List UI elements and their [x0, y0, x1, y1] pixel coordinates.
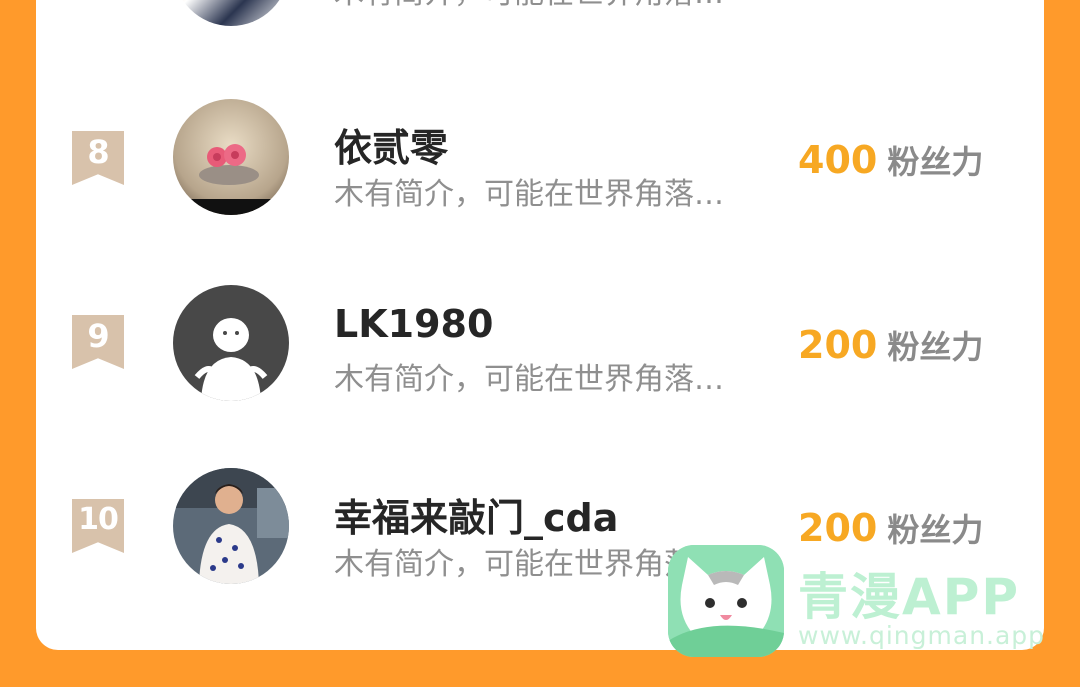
watermark-url: www.qingman.app — [798, 621, 1046, 650]
user-avatar[interactable] — [173, 285, 289, 401]
user-avatar[interactable] — [173, 0, 289, 26]
ranking-row-9[interactable]: 9 LK1980 木有简介，可能在世界角落… 200 粉丝力 — [36, 280, 1044, 410]
ranking-row-7[interactable]: 木有简介，可能在世界角落… — [36, 0, 1044, 80]
rank-badge: 8 — [72, 131, 124, 185]
user-bio: 木有简介，可能在世界角落… — [334, 0, 776, 12]
fans-number: 200 — [798, 323, 878, 367]
user-name[interactable]: LK1980 — [334, 302, 493, 346]
fans-unit: 粉丝力 — [887, 143, 984, 181]
user-avatar[interactable] — [173, 99, 289, 215]
rank-badge: 9 — [72, 315, 124, 369]
rank-badge: 10 — [72, 499, 124, 553]
user-bio: 木有简介，可能在世界角落… — [334, 177, 724, 212]
avatar-person-photo — [173, 468, 289, 584]
user-name[interactable]: 依贰零 — [334, 117, 448, 172]
fans-power: 200 粉丝力 — [798, 322, 983, 368]
watermark-title: 青漫APP — [798, 568, 1020, 626]
avatar-flowers-image — [173, 99, 289, 215]
watermark: 青漫APP www.qingman.app — [668, 545, 1048, 660]
default-avatar-icon — [173, 285, 289, 401]
fans-unit: 粉丝力 — [887, 328, 984, 366]
fans-power: 400 粉丝力 — [798, 137, 983, 183]
fans-number: 400 — [798, 138, 878, 182]
fans-unit: 粉丝力 — [887, 511, 984, 549]
ranking-row-8[interactable]: 8 依贰零 木有简介，可能在世界角落… 400 粉丝力 — [36, 95, 1044, 225]
fans-number: 200 — [798, 506, 878, 550]
cat-logo-icon — [668, 545, 784, 657]
user-avatar[interactable] — [173, 468, 289, 584]
user-name[interactable]: 幸福来敲门_cda — [334, 487, 618, 542]
user-bio: 木有简介，可能在世界角落… — [334, 362, 724, 397]
